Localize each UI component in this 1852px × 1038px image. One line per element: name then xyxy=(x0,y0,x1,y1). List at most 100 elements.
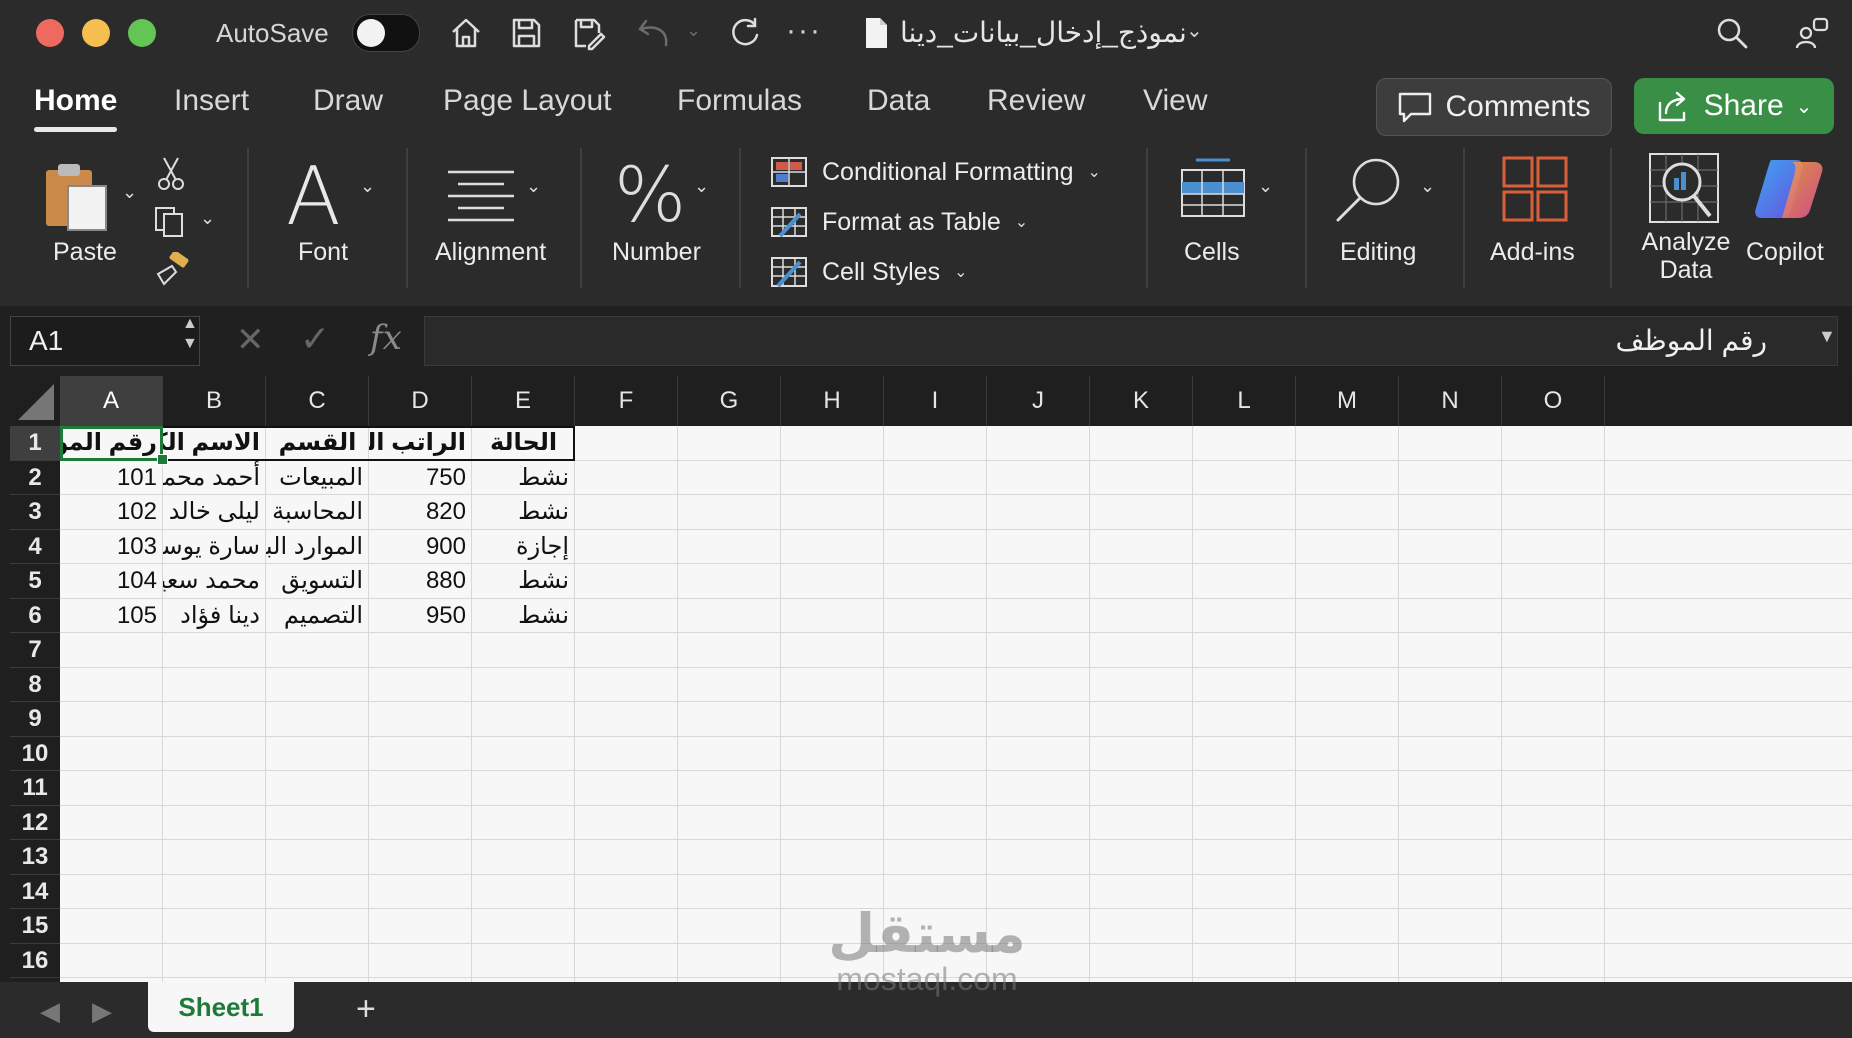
table-cell[interactable]: نشط xyxy=(472,564,575,599)
column-header[interactable]: B xyxy=(163,376,266,426)
table-cell[interactable]: 900 xyxy=(369,530,472,565)
document-title[interactable]: نموذج_إدخال_بيانات_دينا xyxy=(900,16,1187,49)
tab-review[interactable]: Review xyxy=(987,84,1085,118)
search-icon[interactable] xyxy=(1710,12,1754,54)
font-group[interactable]: A ⌄ Font xyxy=(270,146,400,296)
table-cell[interactable]: سارة يوسف xyxy=(163,530,266,565)
column-header[interactable]: D xyxy=(369,376,472,426)
column-header[interactable]: N xyxy=(1399,376,1502,426)
cut-icon[interactable] xyxy=(156,156,186,192)
tab-formulas[interactable]: Formulas xyxy=(677,84,802,118)
row-header[interactable]: 10 xyxy=(10,737,60,771)
name-box-stepper-icon[interactable]: ▲ ▼ xyxy=(182,314,198,354)
column-header[interactable]: J xyxy=(987,376,1090,426)
table-cell[interactable]: محمد سعيد xyxy=(163,564,266,599)
insert-function-icon[interactable]: fx xyxy=(370,318,402,358)
comments-button[interactable]: Comments xyxy=(1376,78,1612,136)
alignment-chevron-down-icon[interactable]: ⌄ xyxy=(526,176,541,197)
row-header[interactable]: 15 xyxy=(10,909,60,944)
row-header[interactable]: 11 xyxy=(10,771,60,806)
row-header[interactable]: 2 xyxy=(10,461,60,495)
header-cell[interactable]: رقم الموظف xyxy=(60,426,163,461)
tab-insert[interactable]: Insert xyxy=(174,84,249,118)
column-header[interactable]: G xyxy=(678,376,781,426)
table-cell[interactable]: التصميم xyxy=(266,599,369,634)
fill-handle[interactable] xyxy=(157,454,168,465)
table-cell[interactable]: 101 xyxy=(60,461,163,496)
paste-chevron-down-icon[interactable]: ⌄ xyxy=(122,182,137,203)
confirm-entry-icon[interactable]: ✓ xyxy=(300,318,330,360)
tab-page-layout[interactable]: Page Layout xyxy=(443,84,611,118)
column-header[interactable]: L xyxy=(1193,376,1296,426)
header-cell[interactable]: الحالة xyxy=(472,426,575,461)
table-cell[interactable]: 820 xyxy=(369,495,472,530)
copilot-group[interactable]: Copilot xyxy=(1742,146,1842,296)
row-header[interactable]: 12 xyxy=(10,806,60,840)
table-cell[interactable]: المحاسبة xyxy=(266,495,369,530)
save-icon[interactable] xyxy=(504,12,548,54)
editing-group[interactable]: ⌄ Editing xyxy=(1330,146,1460,296)
row-header[interactable]: 7 xyxy=(10,633,60,668)
table-cell[interactable]: 880 xyxy=(369,564,472,599)
share-chevron-down-icon[interactable]: ⌄ xyxy=(1796,94,1813,119)
select-all-button[interactable] xyxy=(10,376,60,426)
number-chevron-down-icon[interactable]: ⌄ xyxy=(694,176,709,197)
number-group[interactable]: % ⌄ Number xyxy=(608,146,738,296)
table-cell[interactable]: 102 xyxy=(60,495,163,530)
row-header[interactable]: 4 xyxy=(10,530,60,564)
addins-group[interactable]: Add-ins xyxy=(1486,146,1596,296)
formula-expand-icon[interactable]: ▼ xyxy=(1818,326,1836,347)
formula-input[interactable]: رقم الموظف xyxy=(424,316,1838,366)
row-header[interactable]: 5 xyxy=(10,564,60,599)
cells-chevron-down-icon[interactable]: ⌄ xyxy=(1258,176,1273,197)
column-header[interactable]: F xyxy=(575,376,678,426)
table-cell[interactable]: ليلى خالد xyxy=(163,495,266,530)
header-cell[interactable]: القسم xyxy=(266,426,369,461)
table-cell[interactable]: 950 xyxy=(369,599,472,634)
column-header[interactable]: O xyxy=(1502,376,1605,426)
column-header[interactable]: A xyxy=(60,376,163,426)
conditional-formatting-button[interactable]: Conditional Formatting ⌄ xyxy=(770,152,1101,192)
format-as-table-chevron-down-icon[interactable]: ⌄ xyxy=(1015,212,1028,232)
table-cell[interactable]: دينا فؤاد xyxy=(163,599,266,634)
font-chevron-down-icon[interactable]: ⌄ xyxy=(360,176,375,197)
tab-view[interactable]: View xyxy=(1143,84,1207,118)
table-cell[interactable]: نشط xyxy=(472,599,575,634)
row-header[interactable]: 9 xyxy=(10,702,60,737)
cell-area[interactable]: رقم الموظفالاسم الكاملالقسمالراتب الشهري… xyxy=(60,426,1852,982)
minimize-window-button[interactable] xyxy=(82,19,110,47)
tab-draw[interactable]: Draw xyxy=(313,84,383,118)
paste-icon[interactable] xyxy=(40,160,120,236)
share-button[interactable]: Share ⌄ xyxy=(1634,78,1834,134)
worksheet-grid[interactable]: ABCDEFGHIJKLMNO 1 2 3 4 5 6 7 8 9 10 11 12 13 14 15 16 … xyxy=(10,376,1852,982)
undo-dropdown-icon[interactable]: ⌄ xyxy=(686,20,701,41)
add-sheet-button[interactable]: + xyxy=(356,990,376,1029)
row-header[interactable]: 3 xyxy=(10,495,60,530)
row-header[interactable]: 6 xyxy=(10,599,60,633)
sheet-tab-sheet1[interactable]: Sheet1 xyxy=(148,982,294,1032)
tab-data[interactable]: Data xyxy=(867,84,930,118)
cell-styles-chevron-down-icon[interactable]: ⌄ xyxy=(954,262,967,282)
table-cell[interactable]: المبيعات xyxy=(266,461,369,496)
column-header[interactable]: M xyxy=(1296,376,1399,426)
close-window-button[interactable] xyxy=(36,19,64,47)
column-header[interactable]: E xyxy=(472,376,575,426)
column-header[interactable]: C xyxy=(266,376,369,426)
format-as-table-button[interactable]: Format as Table ⌄ xyxy=(770,202,1028,242)
row-header[interactable]: 8 xyxy=(10,668,60,702)
format-painter-icon[interactable] xyxy=(152,252,192,290)
title-chevron-down-icon[interactable]: ⌄ xyxy=(1186,18,1203,43)
table-cell[interactable]: 105 xyxy=(60,599,163,634)
table-cell[interactable]: 104 xyxy=(60,564,163,599)
row-header[interactable]: 16 xyxy=(10,944,60,978)
autosave-toggle[interactable] xyxy=(352,14,420,52)
prev-sheet-icon[interactable]: ◀ xyxy=(40,996,60,1027)
name-box[interactable]: A1 xyxy=(10,316,200,366)
column-header[interactable]: H xyxy=(781,376,884,426)
copy-chevron-down-icon[interactable]: ⌄ xyxy=(200,208,215,229)
table-cell[interactable]: أحمد محمد xyxy=(163,461,266,496)
table-cell[interactable]: نشط xyxy=(472,495,575,530)
save-as-icon[interactable] xyxy=(566,12,610,54)
home-icon[interactable] xyxy=(444,12,488,54)
row-header[interactable]: 13 xyxy=(10,840,60,875)
